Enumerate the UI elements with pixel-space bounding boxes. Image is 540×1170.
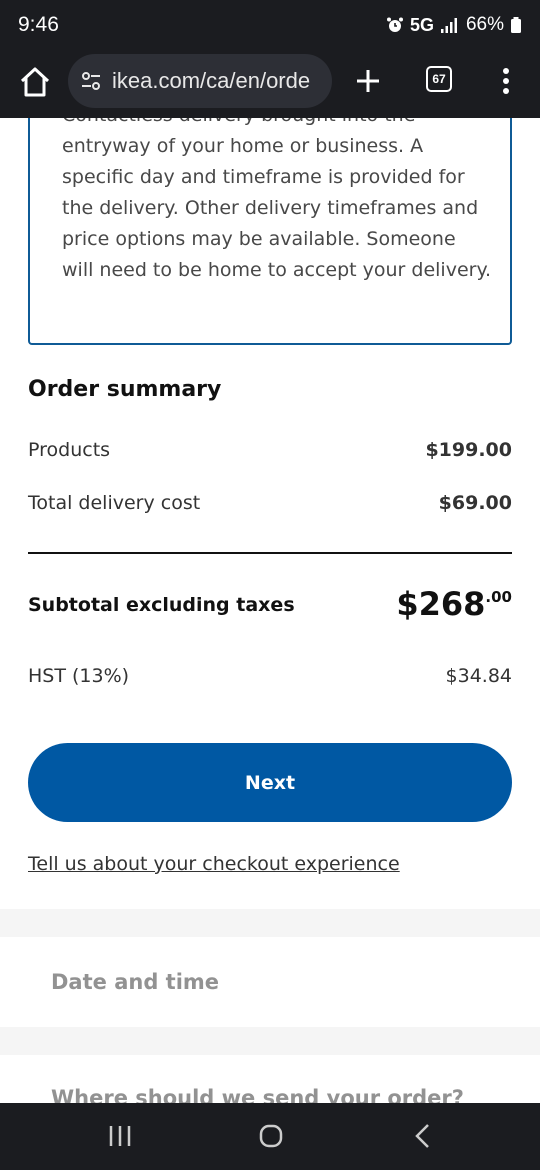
delivery-cost-value: $69.00 [438,492,512,514]
hst-label: HST (13%) [28,665,130,687]
tabs-icon[interactable]: 67 [426,66,452,92]
next-button-label: Next [244,771,296,794]
subtotal-amount: $268 [396,585,486,623]
battery-icon [511,17,521,33]
recents-icon[interactable] [108,1123,132,1149]
delivery-cost-label: Total delivery cost [28,492,201,514]
back-icon[interactable] [412,1123,434,1149]
alarm-icon [386,17,403,32]
delivery-option-card[interactable]: Contactless delivery brought into the en… [28,118,512,345]
network-label: 5G [409,14,434,35]
products-label: Products [28,439,111,461]
browser-toolbar: ikea.com/ca/en/orde 67 [0,50,540,118]
products-value: $199.00 [425,439,512,461]
system-nav-bar [0,1103,540,1170]
subtotal-cents: .00 [485,588,512,606]
more-vert-icon[interactable] [496,66,516,96]
order-summary-title: Order summary [28,377,222,402]
battery-percent: 66% [465,14,504,35]
checkout-feedback-link[interactable]: Tell us about your checkout experience [28,853,400,875]
section-separator [0,909,540,937]
site-settings-icon[interactable] [80,70,102,92]
hst-value: $34.84 [445,665,512,687]
plus-icon[interactable] [352,65,384,97]
next-button[interactable]: Next [28,743,512,822]
status-bar: 9:46 5G 66% [0,0,540,50]
url-text[interactable]: ikea.com/ca/en/orde [112,68,310,94]
checkout-content[interactable]: Contactless delivery brought into the en… [0,118,540,1103]
address-bar[interactable]: ikea.com/ca/en/orde [68,54,332,108]
signal-icon [440,18,457,33]
subtotal-value: $268 .00 [396,584,512,624]
section-separator [0,1027,540,1055]
status-time: 9:46 [18,13,59,36]
tab-count: 67 [432,72,446,86]
step-date-and-time[interactable]: Date and time [51,970,219,994]
home-icon[interactable] [18,65,52,99]
subtotal-label: Subtotal excluding taxes [28,594,295,616]
home-circle-icon[interactable] [258,1123,284,1149]
step-send-order[interactable]: Where should we send your order? [51,1086,464,1103]
status-indicators: 5G 66% [386,14,522,36]
delivery-description: Contactless delivery brought into the en… [62,118,492,281]
summary-divider [28,552,512,554]
